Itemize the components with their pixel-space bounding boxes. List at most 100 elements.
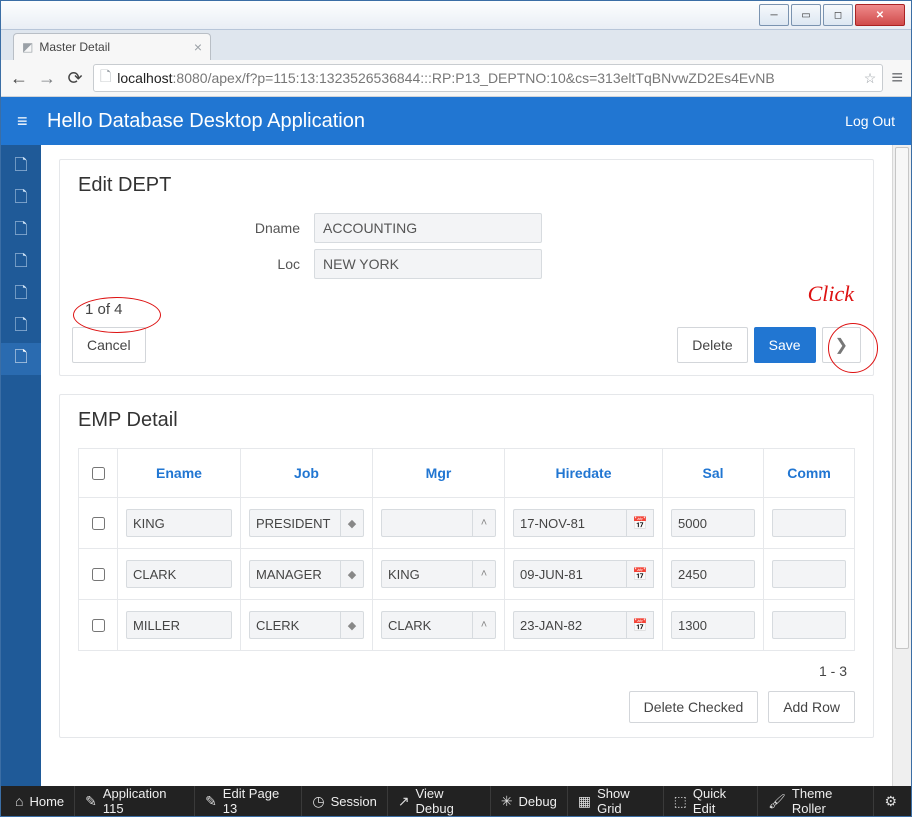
comm-input[interactable] [772, 509, 846, 537]
col-ename[interactable]: Ename [118, 449, 241, 498]
side-nav-item[interactable]: 🗋 [1, 183, 41, 215]
side-nav-item[interactable]: 🗋 [1, 311, 41, 343]
side-nav-item[interactable]: 🗋 [1, 279, 41, 311]
gear-icon: ⚙ [884, 793, 897, 810]
col-comm[interactable]: Comm [764, 449, 855, 498]
back-icon[interactable]: ← [9, 68, 29, 89]
mgr-select[interactable] [381, 611, 472, 639]
edit-icon: ✎ [85, 793, 97, 810]
hiredate-input[interactable] [513, 560, 626, 588]
table-row: ◆ ˄ 📅 [79, 549, 855, 600]
side-nav: 🗋 🗋 🗋 🗋 🗋 🗋 🗋 [1, 145, 41, 786]
col-sal[interactable]: Sal [663, 449, 764, 498]
ename-input[interactable] [126, 611, 232, 639]
col-job[interactable]: Job [241, 449, 373, 498]
comm-input[interactable] [772, 560, 846, 588]
browser-tab[interactable]: ◩ Master Detail × [13, 33, 211, 60]
job-select[interactable] [249, 509, 340, 537]
hiredate-input[interactable] [513, 509, 626, 537]
dev-application[interactable]: ✎Application 115 [75, 786, 195, 816]
chevron-up-icon[interactable]: ˄ [472, 611, 496, 639]
side-nav-item[interactable]: 🗋 [1, 215, 41, 247]
sal-input[interactable] [671, 509, 755, 537]
forward-icon[interactable]: → [37, 68, 57, 89]
ename-input[interactable] [126, 560, 232, 588]
table-row: ◆ ˄ 📅 [79, 498, 855, 549]
hiredate-input[interactable] [513, 611, 626, 639]
dev-quick-edit[interactable]: ⬚Quick Edit [664, 786, 758, 816]
loc-input[interactable] [314, 249, 542, 279]
dev-home[interactable]: ⌂Home [5, 786, 75, 816]
logout-link[interactable]: Log Out [845, 113, 895, 129]
row-checkbox[interactable] [92, 619, 105, 632]
view-debug-icon: ↗ [398, 793, 410, 810]
browser-toolbar: ← → ⟳ 🗋 localhost:8080/apex/f?p=115:13:1… [1, 60, 911, 97]
sal-input[interactable] [671, 611, 755, 639]
vertical-scrollbar[interactable] [892, 145, 911, 786]
window-restore-button[interactable]: ▭ [791, 4, 821, 26]
home-icon: ⌂ [15, 793, 23, 809]
emp-detail-region: EMP Detail Ename Job Mgr Hiredate Sal Co… [59, 394, 874, 738]
chevron-up-icon[interactable]: ˄ [472, 560, 496, 588]
hamburger-icon[interactable]: ≡ [17, 111, 47, 132]
job-select[interactable] [249, 611, 340, 639]
dropdown-icon[interactable]: ◆ [340, 560, 364, 588]
table-row: ◆ ˄ 📅 [79, 600, 855, 651]
clock-icon: ◷ [312, 793, 324, 810]
save-button[interactable]: Save [754, 327, 816, 363]
col-mgr[interactable]: Mgr [373, 449, 505, 498]
col-hiredate[interactable]: Hiredate [505, 449, 663, 498]
calendar-icon[interactable]: 📅 [626, 509, 654, 537]
dev-view-debug[interactable]: ↗View Debug [388, 786, 491, 816]
job-select[interactable] [249, 560, 340, 588]
browser-tab-strip: ◩ Master Detail × [1, 30, 911, 60]
add-row-button[interactable]: Add Row [768, 691, 855, 723]
window-minimize-button[interactable]: ─ [759, 4, 789, 26]
dev-settings[interactable]: ⚙ [874, 786, 907, 816]
main-content: Edit DEPT Dname Loc Cancel Delete Save [41, 145, 892, 786]
select-all-checkbox[interactable] [92, 467, 105, 480]
window-maximize-button[interactable]: ◻ [823, 4, 853, 26]
dev-theme-roller[interactable]: 🖌Theme Roller [758, 786, 874, 816]
row-checkbox[interactable] [92, 517, 105, 530]
mgr-select[interactable] [381, 509, 472, 537]
side-nav-item[interactable]: 🗋 [1, 151, 41, 183]
dname-input[interactable] [314, 213, 542, 243]
dev-edit-page[interactable]: ✎Edit Page 13 [195, 786, 302, 816]
bookmark-icon[interactable]: ☆ [864, 70, 877, 87]
annotation-next-circle [828, 323, 878, 373]
edit-icon: ✎ [205, 793, 217, 810]
side-nav-item-active[interactable]: 🗋 [1, 343, 41, 375]
mgr-select[interactable] [381, 560, 472, 588]
comm-input[interactable] [772, 611, 846, 639]
calendar-icon[interactable]: 📅 [626, 560, 654, 588]
dev-show-grid[interactable]: ▦Show Grid [568, 786, 664, 816]
tab-close-icon[interactable]: × [194, 39, 202, 55]
scrollbar-thumb[interactable] [895, 147, 909, 649]
dev-debug[interactable]: ✳Debug [491, 786, 568, 816]
delete-button[interactable]: Delete [677, 327, 747, 363]
favicon-icon: ◩ [22, 40, 33, 54]
row-checkbox[interactable] [92, 568, 105, 581]
reload-icon[interactable]: ⟳ [65, 68, 85, 89]
sal-input[interactable] [671, 560, 755, 588]
calendar-icon[interactable]: 📅 [626, 611, 654, 639]
dev-session[interactable]: ◷Session [302, 786, 387, 816]
dropdown-icon[interactable]: ◆ [340, 611, 364, 639]
side-nav-item[interactable]: 🗋 [1, 247, 41, 279]
address-bar[interactable]: 🗋 localhost:8080/apex/f?p=115:13:1323526… [93, 64, 883, 92]
url-host: localhost [117, 70, 172, 86]
app-header: ≡ Hello Database Desktop Application Log… [1, 97, 911, 145]
row-count: 1 - 3 [60, 659, 873, 687]
chevron-up-icon[interactable]: ˄ [472, 509, 496, 537]
window-titlebar: ─ ▭ ◻ ✕ [1, 1, 911, 30]
annotation-click-label: Click [808, 281, 854, 307]
region-title: Edit DEPT [78, 174, 855, 197]
window-close-button[interactable]: ✕ [855, 4, 905, 26]
delete-checked-button[interactable]: Delete Checked [629, 691, 759, 723]
developer-toolbar: ⌂Home ✎Application 115 ✎Edit Page 13 ◷Se… [1, 786, 911, 816]
dname-label: Dname [60, 220, 314, 236]
dropdown-icon[interactable]: ◆ [340, 509, 364, 537]
ename-input[interactable] [126, 509, 232, 537]
chrome-menu-icon[interactable]: ≡ [891, 67, 903, 90]
